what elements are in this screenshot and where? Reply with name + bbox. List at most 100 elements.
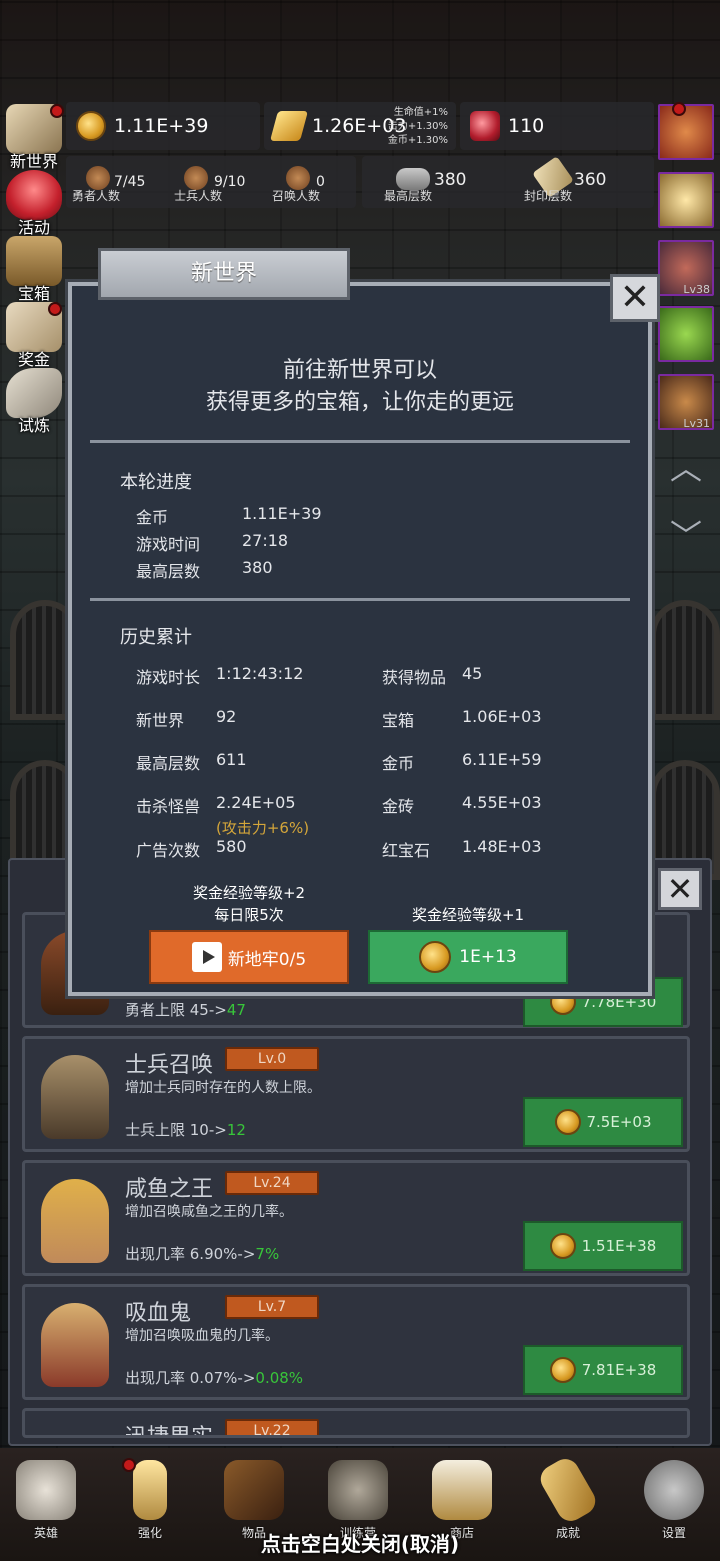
gold-bar-icon bbox=[269, 111, 309, 141]
fish-king-avatar bbox=[41, 1179, 109, 1263]
heroes-label: 勇者人数 bbox=[72, 189, 121, 203]
buy-button[interactable]: 1.51E+38 bbox=[523, 1221, 683, 1271]
chest-icon bbox=[6, 236, 62, 286]
history-ruby-value: 1.48E+03 bbox=[462, 837, 542, 856]
upgrade-card-swift-fruit: 迅捷果实 Lv.22 bbox=[22, 1408, 690, 1438]
round-floor-value: 380 bbox=[242, 558, 273, 577]
card-desc: 增加召唤咸鱼之王的几率。 bbox=[125, 1204, 293, 1220]
round-coin-value: 1.11E+39 bbox=[242, 504, 322, 523]
divider bbox=[90, 598, 630, 601]
close-icon[interactable]: ✕ bbox=[658, 868, 702, 910]
history-coin-label: 金币 bbox=[382, 754, 415, 773]
lantern-icon bbox=[328, 1460, 388, 1520]
scroll-up-icon[interactable]: ︿ bbox=[664, 448, 708, 488]
events-button[interactable]: 活动 bbox=[2, 170, 66, 237]
notification-dot bbox=[48, 302, 62, 316]
history-kills-value: 2.24E+05 bbox=[216, 793, 296, 812]
ruby-counter: 110 bbox=[460, 102, 654, 150]
pay-coins-new-world-button[interactable]: 1E+13 bbox=[368, 930, 568, 984]
level-badge: Lv.22 bbox=[225, 1419, 319, 1435]
coin-caption: 奖金经验等级+1 bbox=[411, 906, 525, 924]
history-kills-label: 击杀怪兽 bbox=[136, 797, 201, 816]
trial-button[interactable]: 试炼 bbox=[2, 368, 66, 435]
chest-button[interactable]: 宝箱 bbox=[2, 236, 66, 303]
scroll-down-icon[interactable]: ﹀ bbox=[664, 516, 708, 556]
history-floor-label: 最高层数 bbox=[136, 754, 201, 773]
slime-slot[interactable] bbox=[658, 306, 714, 362]
max-floor-value: 380 bbox=[434, 170, 467, 190]
round-time-label: 游戏时间 bbox=[136, 535, 201, 554]
card-effect: 出现几率 6.90%->7% bbox=[125, 1245, 280, 1263]
history-duration-value: 1:12:43:12 bbox=[216, 664, 304, 683]
bag-slot[interactable]: Lv38 bbox=[658, 240, 714, 296]
card-effect: 士兵上限 10->12 bbox=[125, 1121, 246, 1139]
card-effect: 勇者上限 45->47 bbox=[125, 1001, 246, 1019]
upgrade-card-vampire: 吸血鬼 Lv.7 增加召唤吸血鬼的几率。 出现几率 0.07%->0.08% 7… bbox=[22, 1284, 690, 1400]
coin-icon bbox=[76, 111, 106, 141]
buy-button[interactable]: 7.81E+38 bbox=[523, 1345, 683, 1395]
soldiers-label: 士兵人数 bbox=[174, 189, 223, 203]
upgrade-card-soldier: 士兵召唤 Lv.0 增加士兵同时存在的人数上限。 士兵上限 10->12 7.5… bbox=[22, 1036, 690, 1152]
history-newworld-label: 新世界 bbox=[136, 711, 185, 730]
card-effect: 出现几率 0.07%->0.08% bbox=[125, 1369, 304, 1387]
history-bricks-value: 4.55E+03 bbox=[462, 793, 542, 812]
notification-dot bbox=[50, 104, 64, 118]
history-ads-label: 广告次数 bbox=[136, 841, 201, 860]
history-chest-value: 1.06E+03 bbox=[462, 707, 542, 726]
round-coin-label: 金币 bbox=[136, 508, 169, 527]
close-hint: 点击空白处关闭(取消) bbox=[260, 1532, 460, 1556]
vampire-avatar bbox=[41, 1303, 109, 1387]
feather-icon bbox=[6, 368, 62, 418]
gold-bar-bonus: 生命值+1% 击力+1.30% 金币+1.30% bbox=[387, 107, 448, 146]
coin-icon bbox=[549, 1357, 576, 1383]
card-name: 吸血鬼 bbox=[125, 1301, 192, 1326]
divider bbox=[90, 440, 630, 443]
ad-caption-2: 每日限5次 bbox=[214, 906, 284, 924]
notification-dot bbox=[122, 1458, 136, 1472]
notification-dot bbox=[672, 102, 686, 116]
floor-stats: 380 最高层数 360 封印层数 bbox=[362, 156, 654, 208]
beer-mug-icon bbox=[432, 1460, 492, 1520]
video-icon bbox=[191, 942, 222, 972]
history-items-label: 获得物品 bbox=[382, 668, 447, 687]
history-chest-label: 宝箱 bbox=[382, 711, 415, 730]
level-badge: Lv.7 bbox=[225, 1295, 319, 1319]
seal-floor-label: 封印层数 bbox=[524, 189, 573, 203]
candle-slot[interactable] bbox=[658, 172, 714, 228]
seal-floor-value: 360 bbox=[574, 170, 607, 190]
history-title: 历史累计 bbox=[120, 627, 192, 648]
card-desc: 增加士兵同时存在的人数上限。 bbox=[125, 1080, 321, 1096]
history-kills-note: (攻击力+6%) bbox=[216, 819, 310, 837]
book-icon bbox=[224, 1460, 284, 1520]
hero-slot[interactable]: Lv31 bbox=[658, 374, 714, 430]
fruit-slot[interactable] bbox=[658, 102, 714, 160]
level-badge: Lv.24 bbox=[225, 1171, 319, 1195]
coin-icon bbox=[419, 941, 452, 973]
close-icon[interactable]: ✕ bbox=[610, 274, 660, 322]
history-newworld-value: 92 bbox=[216, 707, 237, 726]
round-progress-title: 本轮进度 bbox=[120, 472, 192, 493]
watch-ad-new-dungeon-button[interactable]: 新地牢0/5 bbox=[149, 930, 349, 984]
dialog-title: 新世界 bbox=[98, 248, 350, 300]
heart-icon bbox=[6, 170, 62, 220]
ad-caption-1: 奖金经验等级+2 bbox=[192, 884, 306, 902]
buy-button[interactable]: 7.5E+03 bbox=[523, 1097, 683, 1147]
unit-stats: 7/45 勇者人数 9/10 士兵人数 0 召唤人数 bbox=[66, 156, 356, 208]
coin-icon bbox=[554, 1109, 581, 1135]
soldier-avatar bbox=[41, 1055, 109, 1139]
history-floor-value: 611 bbox=[216, 750, 247, 769]
gear-icon bbox=[644, 1460, 704, 1520]
max-floor-label: 最高层数 bbox=[384, 189, 433, 203]
card-name: 咸鱼之王 bbox=[125, 1177, 214, 1202]
round-time-value: 27:18 bbox=[242, 531, 289, 550]
round-floor-label: 最高层数 bbox=[136, 562, 201, 581]
candle-icon bbox=[133, 1460, 167, 1520]
intro-line-1: 前往新世界可以 bbox=[282, 358, 437, 383]
history-items-value: 45 bbox=[462, 664, 483, 683]
history-bricks-label: 金砖 bbox=[382, 797, 415, 816]
key-icon bbox=[535, 1454, 601, 1526]
history-ruby-label: 红宝石 bbox=[382, 841, 431, 860]
intro-line-2: 获得更多的宝箱，让你走的更远 bbox=[205, 390, 514, 415]
summons-label: 召唤人数 bbox=[272, 189, 321, 203]
coin-icon bbox=[549, 1233, 576, 1259]
